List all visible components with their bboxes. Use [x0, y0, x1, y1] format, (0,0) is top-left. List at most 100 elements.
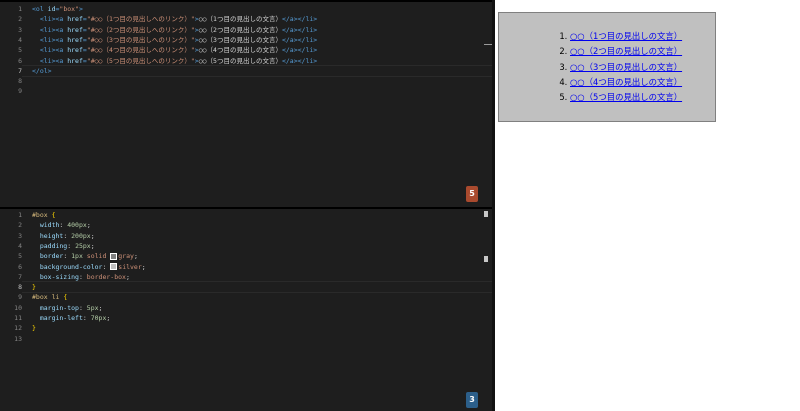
code-token: box-sizing [39, 272, 79, 281]
list-item: ○○（2つ目の見出しの文言） [570, 45, 690, 57]
code-token: "#○○（1つ目の見出しへのリンク）" [86, 15, 195, 24]
code-token: padding [39, 241, 68, 250]
html5-icon: 5 [466, 186, 478, 202]
line-number: 5 [18, 252, 22, 261]
code-line[interactable]: <li><a href="#○○（4つ目の見出しへのリンク）">○○（4つ目の見… [32, 45, 317, 55]
code-token: "box" [59, 5, 79, 13]
line-number: 10 [14, 303, 22, 312]
code-line[interactable]: <li><a href="#○○（2つ目の見出しへのリンク）">○○（2つ目の見… [32, 25, 317, 35]
code-line[interactable]: } [32, 323, 36, 333]
code-line[interactable]: margin-left: 70px; [32, 313, 110, 323]
code-token: href [67, 56, 83, 65]
css-scroll-marker [484, 256, 488, 262]
code-token: ; [98, 303, 103, 312]
code-token: <li><a [39, 25, 68, 34]
code-token: <li><a [39, 15, 68, 24]
code-line[interactable]: border: 1px solid gray; [32, 251, 138, 261]
code-line[interactable]: <li><a href="#○○（3つ目の見出しへのリンク）">○○（3つ目の見… [32, 35, 317, 45]
code-line[interactable]: padding: 25px; [32, 241, 95, 251]
code-token: 1px [71, 252, 87, 261]
code-token: 400px [67, 221, 87, 230]
css-scrollbar-thumb[interactable] [484, 211, 488, 217]
code-token: ; [141, 262, 146, 271]
code-token: { [63, 293, 68, 302]
line-number: 5 [18, 46, 22, 55]
line-number: 2 [18, 15, 22, 24]
code-line[interactable]: <ol id="box"> [32, 4, 83, 14]
code-token: border-box [86, 272, 126, 281]
code-token: : [82, 314, 91, 322]
line-number: 11 [14, 314, 22, 322]
code-token: : [67, 241, 76, 250]
preview-pane: ○○（1つ目の見出しの文言） ○○（2つ目の見出しの文言） ○○（3つ目の見出し… [495, 0, 800, 411]
color-swatch-icon[interactable] [110, 252, 118, 260]
code-token: ; [90, 241, 95, 250]
line-number: 1 [18, 5, 22, 13]
code-token: href [67, 46, 83, 55]
code-line[interactable]: height: 200px; [32, 231, 95, 241]
list-item: ○○（4つ目の見出しの文言） [570, 76, 690, 88]
preview-link[interactable]: ○○（3つ目の見出しの文言） [570, 62, 682, 72]
code-token: { [51, 211, 56, 219]
code-token: </a></li> [281, 35, 318, 44]
code-token: ; [90, 231, 95, 240]
code-line[interactable]: } [32, 282, 36, 292]
code-token: 25px [75, 241, 91, 250]
code-token: </a></li> [281, 56, 318, 65]
code-token: href [67, 35, 83, 44]
line-number: 4 [18, 35, 22, 44]
line-number: 7 [18, 272, 22, 281]
preview-ordered-list: ○○（1つ目の見出しの文言） ○○（2つ目の見出しの文言） ○○（3つ目の見出し… [524, 30, 690, 103]
code-token: border [39, 252, 64, 261]
code-token: : [102, 262, 111, 271]
code-token: ○○（3つ目の見出しの文言） [198, 35, 282, 44]
code-token: 200px [71, 231, 91, 240]
code-line[interactable]: </ol> [32, 66, 52, 76]
line-number: 8 [18, 77, 22, 86]
preview-link[interactable]: ○○（2つ目の見出しの文言） [570, 46, 682, 56]
code-line[interactable]: #box li { [32, 292, 67, 302]
current-line-highlight [22, 64, 492, 77]
code-token: ; [106, 314, 111, 322]
code-token: background-color [39, 262, 103, 271]
code-token: margin-left [39, 314, 83, 322]
code-token: 70px [90, 314, 107, 322]
css-editor-pane[interactable]: 1 #box {2 width: 400px; 3 height: 200px; 4 … [0, 209, 492, 411]
code-token: height [39, 231, 64, 240]
list-item: ○○（5つ目の見出しの文言） [570, 91, 690, 103]
list-item: ○○（1つ目の見出しの文言） [570, 30, 690, 42]
code-token: : [63, 252, 72, 261]
code-token: : [78, 303, 87, 312]
code-line[interactable]: <li><a href="#○○（1つ目の見出しへのリンク）">○○（1つ目の見… [32, 14, 317, 24]
code-token: </ol> [32, 66, 52, 75]
code-token: "#○○（3つ目の見出しへのリンク）" [86, 35, 195, 44]
code-token: width [39, 221, 60, 230]
code-token: </a></li> [281, 25, 318, 34]
code-token: ; [125, 272, 130, 281]
preview-link[interactable]: ○○（5つ目の見出しの文言） [570, 92, 682, 102]
html-editor-pane[interactable]: 1 <ol id="box"> 2 <li><a href="#○○（1つ目の見出し… [0, 0, 492, 207]
code-line[interactable]: background-color: silver; [32, 262, 146, 272]
code-line[interactable]: margin-top: 5px; [32, 303, 103, 313]
code-line[interactable]: #box { [32, 210, 56, 220]
code-token: <ol [32, 5, 48, 13]
html-minimap-marker [484, 44, 492, 45]
preview-link[interactable]: ○○（1つ目の見出しの文言） [570, 31, 682, 41]
code-line[interactable]: width: 400px; [32, 220, 91, 230]
code-token: ○○（5つ目の見出しの文言） [198, 56, 282, 65]
line-number: 8 [18, 283, 22, 292]
code-token: 5px [86, 303, 99, 312]
preview-box: ○○（1つ目の見出しの文言） ○○（2つ目の見出しの文言） ○○（3つ目の見出し… [498, 12, 716, 122]
color-swatch-icon[interactable] [110, 263, 118, 270]
preview-link[interactable]: ○○（4つ目の見出しの文言） [570, 77, 682, 87]
line-number: 12 [14, 324, 22, 333]
code-token: ; [86, 221, 91, 230]
code-token: gray [118, 252, 134, 261]
